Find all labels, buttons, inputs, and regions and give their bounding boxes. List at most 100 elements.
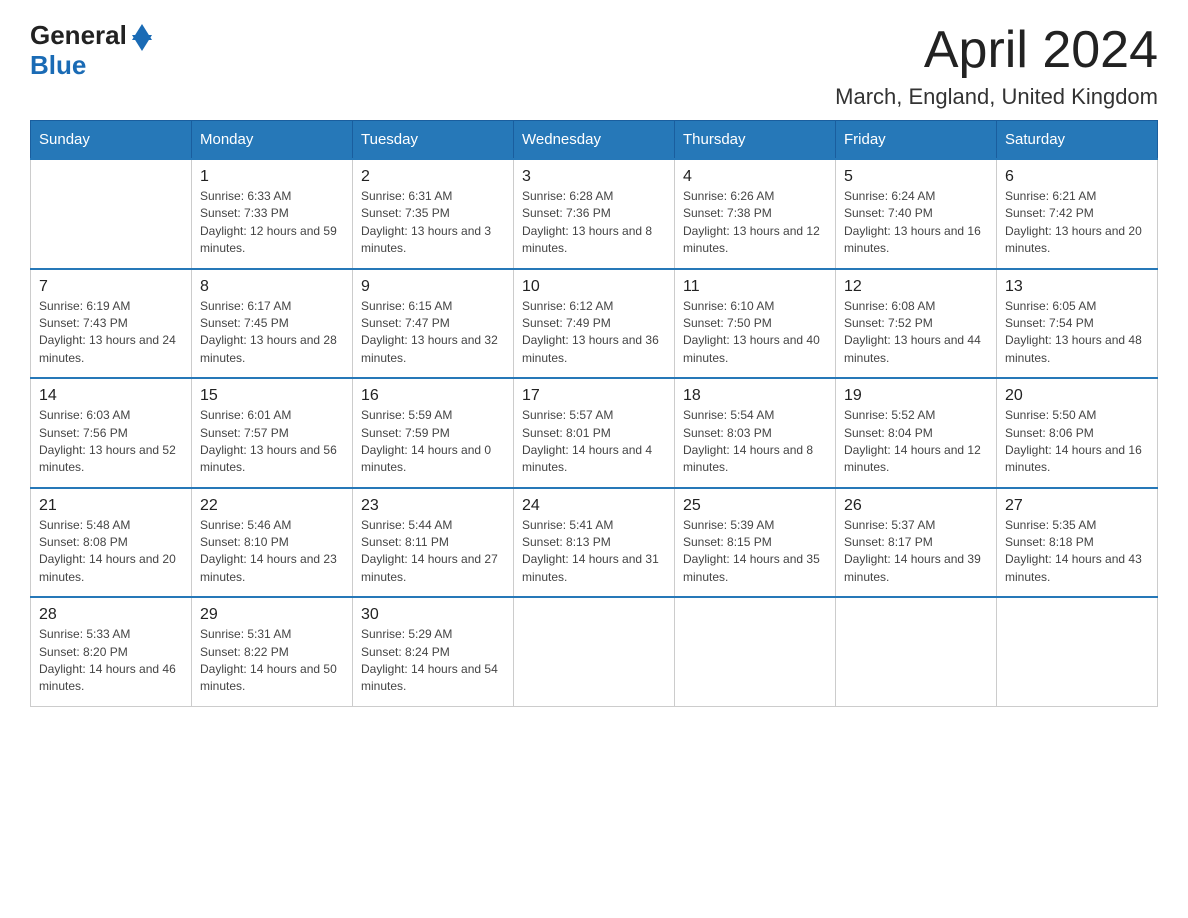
day-info: Sunrise: 5:35 AM Sunset: 8:18 PM Dayligh… bbox=[1005, 517, 1149, 587]
day-info: Sunrise: 6:24 AM Sunset: 7:40 PM Dayligh… bbox=[844, 188, 988, 258]
day-number: 29 bbox=[200, 606, 344, 624]
calendar-cell bbox=[997, 597, 1158, 706]
day-number: 11 bbox=[683, 278, 827, 296]
day-info: Sunrise: 6:28 AM Sunset: 7:36 PM Dayligh… bbox=[522, 188, 666, 258]
day-number: 15 bbox=[200, 387, 344, 405]
day-number: 1 bbox=[200, 168, 344, 186]
day-info: Sunrise: 5:31 AM Sunset: 8:22 PM Dayligh… bbox=[200, 626, 344, 696]
day-info: Sunrise: 6:01 AM Sunset: 7:57 PM Dayligh… bbox=[200, 407, 344, 477]
title-block: April 2024 March, England, United Kingdo… bbox=[835, 20, 1158, 110]
logo: General Blue bbox=[30, 20, 152, 80]
calendar-cell: 25 Sunrise: 5:39 AM Sunset: 8:15 PM Dayli… bbox=[675, 488, 836, 598]
day-info: Sunrise: 6:31 AM Sunset: 7:35 PM Dayligh… bbox=[361, 188, 505, 258]
day-info: Sunrise: 6:12 AM Sunset: 7:49 PM Dayligh… bbox=[522, 298, 666, 368]
calendar-cell: 17 Sunrise: 5:57 AM Sunset: 8:01 PM Dayli… bbox=[514, 378, 675, 488]
calendar-cell: 7 Sunrise: 6:19 AM Sunset: 7:43 PM Daylig… bbox=[31, 269, 192, 379]
calendar-cell bbox=[836, 597, 997, 706]
day-number: 14 bbox=[39, 387, 183, 405]
day-number: 21 bbox=[39, 497, 183, 515]
day-number: 20 bbox=[1005, 387, 1149, 405]
calendar-cell: 28 Sunrise: 5:33 AM Sunset: 8:20 PM Dayli… bbox=[31, 597, 192, 706]
day-info: Sunrise: 5:44 AM Sunset: 8:11 PM Dayligh… bbox=[361, 517, 505, 587]
day-info: Sunrise: 6:19 AM Sunset: 7:43 PM Dayligh… bbox=[39, 298, 183, 368]
day-header-friday: Friday bbox=[836, 121, 997, 160]
page-header: General Blue April 2024 March, England, … bbox=[30, 20, 1158, 110]
day-info: Sunrise: 5:59 AM Sunset: 7:59 PM Dayligh… bbox=[361, 407, 505, 477]
calendar-cell: 24 Sunrise: 5:41 AM Sunset: 8:13 PM Dayli… bbox=[514, 488, 675, 598]
day-header-monday: Monday bbox=[192, 121, 353, 160]
day-info: Sunrise: 6:08 AM Sunset: 7:52 PM Dayligh… bbox=[844, 298, 988, 368]
day-info: Sunrise: 5:48 AM Sunset: 8:08 PM Dayligh… bbox=[39, 517, 183, 587]
day-info: Sunrise: 6:05 AM Sunset: 7:54 PM Dayligh… bbox=[1005, 298, 1149, 368]
calendar-cell: 12 Sunrise: 6:08 AM Sunset: 7:52 PM Dayli… bbox=[836, 269, 997, 379]
calendar-cell: 19Sunrise: 5:52 AM Sunset: 8:04 PM Dayli… bbox=[836, 378, 997, 488]
day-number: 6 bbox=[1005, 168, 1149, 186]
days-header-row: SundayMondayTuesdayWednesdayThursdayFrid… bbox=[31, 121, 1158, 160]
day-info: Sunrise: 5:50 AM Sunset: 8:06 PM Dayligh… bbox=[1005, 407, 1149, 477]
day-header-tuesday: Tuesday bbox=[353, 121, 514, 160]
week-row-1: 1 Sunrise: 6:33 AM Sunset: 7:33 PM Daylig… bbox=[31, 159, 1158, 269]
logo-blue-text: Blue bbox=[30, 51, 152, 80]
calendar-cell: 29 Sunrise: 5:31 AM Sunset: 8:22 PM Dayli… bbox=[192, 597, 353, 706]
day-number: 22 bbox=[200, 497, 344, 515]
day-number: 18 bbox=[683, 387, 827, 405]
calendar-cell: 23 Sunrise: 5:44 AM Sunset: 8:11 PM Dayli… bbox=[353, 488, 514, 598]
day-info: Sunrise: 5:52 AM Sunset: 8:04 PM Dayligh… bbox=[844, 407, 988, 477]
calendar-cell: 26 Sunrise: 5:37 AM Sunset: 8:17 PM Dayli… bbox=[836, 488, 997, 598]
day-number: 12 bbox=[844, 278, 988, 296]
calendar-subtitle: March, England, United Kingdom bbox=[835, 84, 1158, 110]
day-info: Sunrise: 5:54 AM Sunset: 8:03 PM Dayligh… bbox=[683, 407, 827, 477]
calendar-title: April 2024 bbox=[835, 20, 1158, 80]
day-number: 4 bbox=[683, 168, 827, 186]
day-number: 17 bbox=[522, 387, 666, 405]
day-header-saturday: Saturday bbox=[997, 121, 1158, 160]
day-number: 25 bbox=[683, 497, 827, 515]
calendar-cell: 27 Sunrise: 5:35 AM Sunset: 8:18 PM Dayli… bbox=[997, 488, 1158, 598]
day-number: 24 bbox=[522, 497, 666, 515]
day-info: Sunrise: 5:41 AM Sunset: 8:13 PM Dayligh… bbox=[522, 517, 666, 587]
day-info: Sunrise: 5:37 AM Sunset: 8:17 PM Dayligh… bbox=[844, 517, 988, 587]
logo-text: General Blue bbox=[30, 20, 152, 80]
day-header-wednesday: Wednesday bbox=[514, 121, 675, 160]
day-info: Sunrise: 6:03 AM Sunset: 7:56 PM Dayligh… bbox=[39, 407, 183, 477]
day-info: Sunrise: 6:15 AM Sunset: 7:47 PM Dayligh… bbox=[361, 298, 505, 368]
week-row-3: 14 Sunrise: 6:03 AM Sunset: 7:56 PM Dayli… bbox=[31, 378, 1158, 488]
day-number: 13 bbox=[1005, 278, 1149, 296]
day-number: 23 bbox=[361, 497, 505, 515]
day-info: Sunrise: 6:17 AM Sunset: 7:45 PM Dayligh… bbox=[200, 298, 344, 368]
day-info: Sunrise: 6:33 AM Sunset: 7:33 PM Dayligh… bbox=[200, 188, 344, 258]
day-number: 2 bbox=[361, 168, 505, 186]
calendar-cell: 5 Sunrise: 6:24 AM Sunset: 7:40 PM Daylig… bbox=[836, 159, 997, 269]
day-number: 30 bbox=[361, 606, 505, 624]
logo-triangle-down bbox=[132, 35, 152, 51]
day-header-thursday: Thursday bbox=[675, 121, 836, 160]
week-row-2: 7 Sunrise: 6:19 AM Sunset: 7:43 PM Daylig… bbox=[31, 269, 1158, 379]
day-number: 9 bbox=[361, 278, 505, 296]
calendar-cell: 11 Sunrise: 6:10 AM Sunset: 7:50 PM Dayli… bbox=[675, 269, 836, 379]
day-info: Sunrise: 6:21 AM Sunset: 7:42 PM Dayligh… bbox=[1005, 188, 1149, 258]
day-info: Sunrise: 5:57 AM Sunset: 8:01 PM Dayligh… bbox=[522, 407, 666, 477]
day-number: 10 bbox=[522, 278, 666, 296]
calendar-table: SundayMondayTuesdayWednesdayThursdayFrid… bbox=[30, 120, 1158, 707]
calendar-cell: 14 Sunrise: 6:03 AM Sunset: 7:56 PM Dayli… bbox=[31, 378, 192, 488]
calendar-cell: 6 Sunrise: 6:21 AM Sunset: 7:42 PM Daylig… bbox=[997, 159, 1158, 269]
calendar-cell bbox=[31, 159, 192, 269]
day-number: 26 bbox=[844, 497, 988, 515]
day-info: Sunrise: 5:33 AM Sunset: 8:20 PM Dayligh… bbox=[39, 626, 183, 696]
calendar-cell bbox=[675, 597, 836, 706]
calendar-cell: 16 Sunrise: 5:59 AM Sunset: 7:59 PM Dayli… bbox=[353, 378, 514, 488]
day-number: 28 bbox=[39, 606, 183, 624]
day-info: Sunrise: 5:39 AM Sunset: 8:15 PM Dayligh… bbox=[683, 517, 827, 587]
day-number: 16 bbox=[361, 387, 505, 405]
day-number: 5 bbox=[844, 168, 988, 186]
week-row-5: 28 Sunrise: 5:33 AM Sunset: 8:20 PM Dayli… bbox=[31, 597, 1158, 706]
day-number: 8 bbox=[200, 278, 344, 296]
day-number: 27 bbox=[1005, 497, 1149, 515]
day-number: 7 bbox=[39, 278, 183, 296]
calendar-cell: 3Sunrise: 6:28 AM Sunset: 7:36 PM Daylig… bbox=[514, 159, 675, 269]
calendar-cell: 1 Sunrise: 6:33 AM Sunset: 7:33 PM Daylig… bbox=[192, 159, 353, 269]
calendar-cell: 4Sunrise: 6:26 AM Sunset: 7:38 PM Daylig… bbox=[675, 159, 836, 269]
day-info: Sunrise: 6:10 AM Sunset: 7:50 PM Dayligh… bbox=[683, 298, 827, 368]
calendar-cell: 21 Sunrise: 5:48 AM Sunset: 8:08 PM Dayli… bbox=[31, 488, 192, 598]
logo-general-text: General bbox=[30, 21, 127, 50]
